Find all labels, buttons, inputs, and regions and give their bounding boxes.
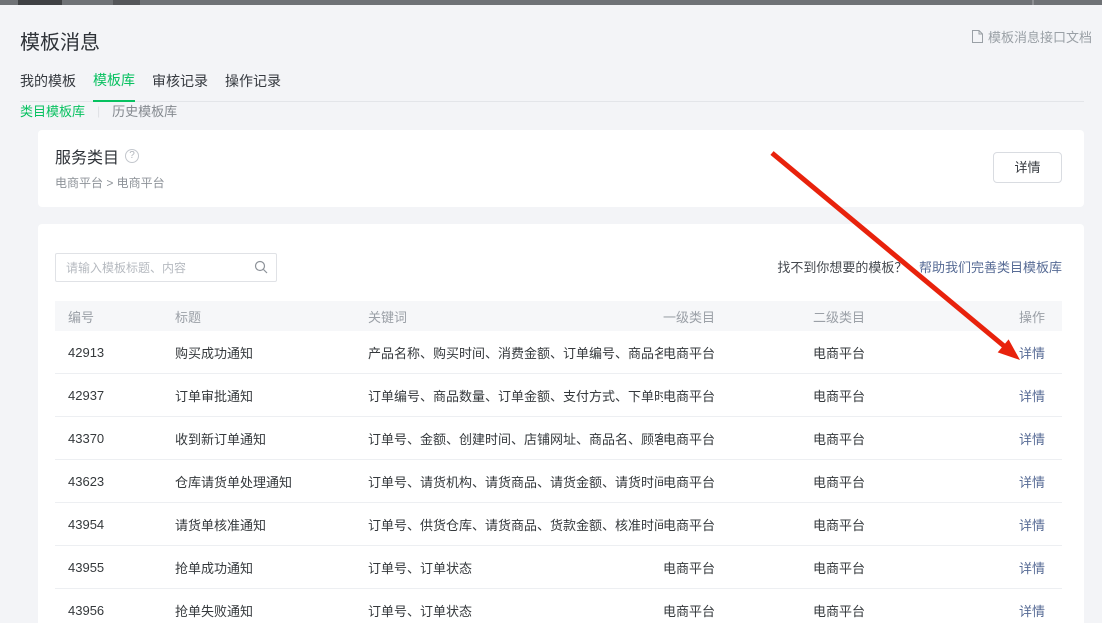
template-library-card: 找不到你想要的模板？ 帮助我们完善类目模板库 编号 标题 关键词 一级类目 二级…	[38, 224, 1084, 623]
template-title: 请货单核准通知	[175, 515, 368, 534]
template-category2: 电商平台	[813, 472, 1019, 491]
table-row: 43956 抢单失败通知 订单号、订单状态 电商平台 电商平台 详情	[55, 589, 1062, 623]
template-keywords: 订单号、订单状态	[368, 601, 663, 620]
sub-tabs: 类目模板库 | 历史模板库	[20, 101, 177, 120]
header-title: 标题	[175, 307, 368, 326]
template-category2: 电商平台	[813, 429, 1019, 448]
table-header: 编号 标题 关键词 一级类目 二级类目 操作	[55, 301, 1062, 331]
template-title: 收到新订单通知	[175, 429, 368, 448]
table-row: 43623 仓库请货单处理通知 订单号、请货机构、请货商品、请货金额、请货时间 …	[55, 460, 1062, 503]
top-bar-segment	[113, 0, 140, 5]
template-id: 43955	[68, 560, 175, 575]
subtab-category-library[interactable]: 类目模板库	[20, 101, 85, 120]
template-category2: 电商平台	[813, 343, 1019, 362]
template-table: 编号 标题 关键词 一级类目 二级类目 操作 42913 购买成功通知 产品名称…	[55, 301, 1062, 623]
detail-link[interactable]: 详情	[1019, 604, 1045, 619]
table-row: 42937 订单审批通知 订单编号、商品数量、订单金额、支付方式、下单时间 电商…	[55, 374, 1062, 417]
header-category1: 一级类目	[663, 307, 813, 326]
tab-review-records[interactable]: 审核记录	[152, 67, 208, 101]
template-category2: 电商平台	[813, 558, 1019, 577]
help-question-icon[interactable]: ?	[125, 149, 139, 163]
service-category-card: 服务类目 ? 电商平台 > 电商平台 详情	[38, 130, 1084, 207]
subtab-history-library[interactable]: 历史模板库	[112, 101, 177, 120]
template-keywords: 订单号、供货仓库、请货商品、货款金额、核准时间	[368, 515, 663, 534]
help-prefix-text: 找不到你想要的模板？	[777, 260, 907, 275]
main-tabs: 我的模板 模板库 审核记录 操作记录	[20, 66, 1084, 102]
header-keywords: 关键词	[368, 307, 663, 326]
template-id: 42913	[68, 345, 175, 360]
template-title: 抢单成功通知	[175, 558, 368, 577]
table-row: 43955 抢单成功通知 订单号、订单状态 电商平台 电商平台 详情	[55, 546, 1062, 589]
template-category1: 电商平台	[663, 472, 813, 491]
subtab-divider: |	[97, 104, 100, 118]
service-category-title: 服务类目	[55, 144, 119, 168]
search-icon[interactable]	[254, 260, 268, 274]
template-keywords: 订单号、金额、创建时间、店铺网址、商品名、顾客、数量...	[368, 429, 663, 448]
template-id: 42937	[68, 388, 175, 403]
top-bar-segment	[1032, 0, 1034, 5]
category-breadcrumb: 电商平台 > 电商平台	[55, 174, 165, 191]
api-doc-link-label: 模板消息接口文档	[988, 27, 1092, 46]
template-category1: 电商平台	[663, 429, 813, 448]
detail-link[interactable]: 详情	[1019, 518, 1045, 533]
tab-template-library[interactable]: 模板库	[93, 66, 135, 102]
template-keywords: 订单号、订单状态	[368, 558, 663, 577]
template-keywords: 订单号、请货机构、请货商品、请货金额、请货时间	[368, 472, 663, 491]
template-category1: 电商平台	[663, 558, 813, 577]
template-id: 43954	[68, 517, 175, 532]
service-category-title-row: 服务类目 ?	[55, 144, 139, 168]
template-category1: 电商平台	[663, 386, 813, 405]
top-bar-segment	[18, 0, 62, 5]
template-category1: 电商平台	[663, 601, 813, 620]
template-id: 43623	[68, 474, 175, 489]
tab-operation-records[interactable]: 操作记录	[225, 67, 281, 101]
template-category1: 电商平台	[663, 515, 813, 534]
template-category2: 电商平台	[813, 515, 1019, 534]
template-id: 43370	[68, 431, 175, 446]
top-bar	[0, 0, 1102, 5]
template-category1: 电商平台	[663, 343, 813, 362]
template-keywords: 订单编号、商品数量、订单金额、支付方式、下单时间	[368, 386, 663, 405]
table-row: 42913 购买成功通知 产品名称、购买时间、消费金额、订单编号、商品名称、支.…	[55, 331, 1062, 374]
detail-link[interactable]: 详情	[1019, 389, 1045, 404]
template-category2: 电商平台	[813, 386, 1019, 405]
search-box	[55, 253, 277, 282]
library-help-line: 找不到你想要的模板？ 帮助我们完善类目模板库	[777, 257, 1062, 276]
header-category2: 二级类目	[813, 307, 1019, 326]
detail-link[interactable]: 详情	[1019, 475, 1045, 490]
api-doc-link[interactable]: 模板消息接口文档	[971, 27, 1092, 46]
header-action: 操作	[1019, 307, 1062, 326]
detail-link[interactable]: 详情	[1019, 346, 1045, 361]
detail-link[interactable]: 详情	[1019, 561, 1045, 576]
header-id: 编号	[68, 307, 175, 326]
table-row: 43954 请货单核准通知 订单号、供货仓库、请货商品、货款金额、核准时间 电商…	[55, 503, 1062, 546]
detail-link[interactable]: 详情	[1019, 432, 1045, 447]
template-title: 仓库请货单处理通知	[175, 472, 368, 491]
document-icon	[971, 29, 984, 44]
template-title: 购买成功通知	[175, 343, 368, 362]
page-title: 模板消息	[20, 26, 100, 55]
template-title: 抢单失败通知	[175, 601, 368, 620]
tab-my-templates[interactable]: 我的模板	[20, 67, 76, 101]
template-message-page: 模板消息 模板消息接口文档 我的模板 模板库 审核记录 操作记录 类目模板库 |…	[0, 0, 1102, 623]
template-keywords: 产品名称、购买时间、消费金额、订单编号、商品名称、支...	[368, 343, 663, 362]
search-input[interactable]	[55, 253, 277, 282]
improve-library-link[interactable]: 帮助我们完善类目模板库	[919, 260, 1062, 275]
category-detail-button[interactable]: 详情	[993, 152, 1062, 183]
table-row: 43370 收到新订单通知 订单号、金额、创建时间、店铺网址、商品名、顾客、数量…	[55, 417, 1062, 460]
template-id: 43956	[68, 603, 175, 618]
template-category2: 电商平台	[813, 601, 1019, 620]
template-title: 订单审批通知	[175, 386, 368, 405]
